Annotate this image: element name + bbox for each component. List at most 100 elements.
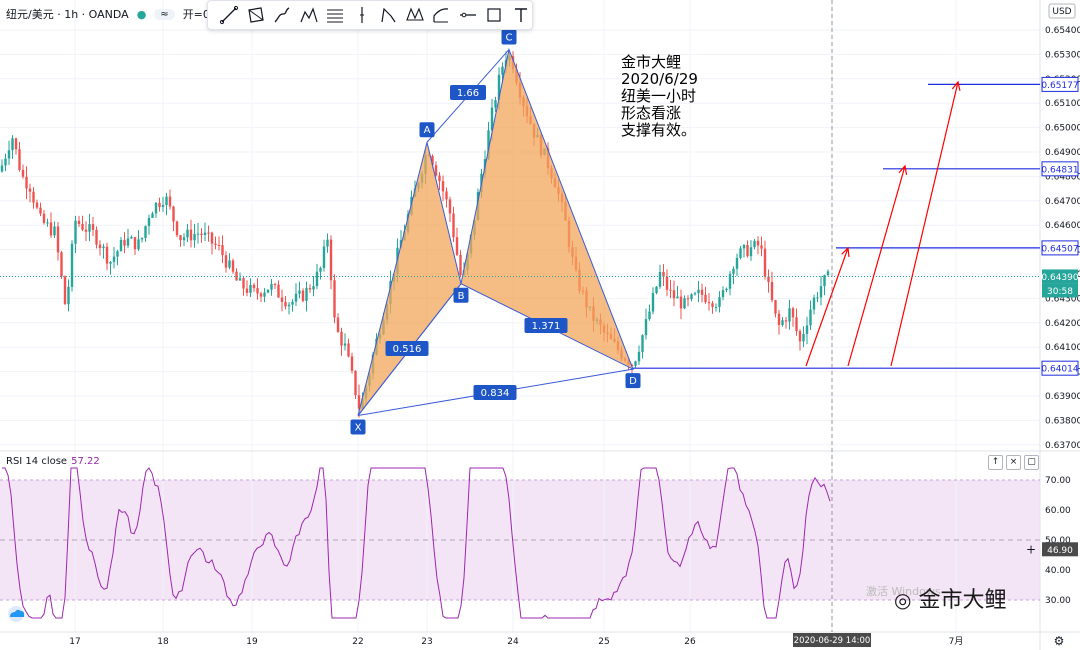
candle-body bbox=[217, 244, 221, 246]
candle-body bbox=[770, 281, 774, 301]
note-line: 形态看涨 bbox=[621, 104, 682, 122]
candle-body bbox=[263, 292, 266, 297]
candle-body bbox=[340, 331, 343, 346]
bar-countdown-tag-text: 30:58 bbox=[1047, 287, 1073, 297]
candle-body bbox=[700, 289, 704, 295]
candle-body bbox=[718, 297, 721, 307]
drawing-toolbar bbox=[207, 0, 533, 30]
fib-icon[interactable] bbox=[324, 4, 346, 26]
candle-body bbox=[119, 239, 123, 252]
candle-body bbox=[434, 165, 438, 176]
candle-body bbox=[18, 149, 21, 170]
candle-body bbox=[168, 196, 172, 207]
candle-body bbox=[350, 356, 354, 371]
candle-body bbox=[11, 138, 14, 151]
candle-body bbox=[756, 240, 760, 246]
level-price-tag: 0.64831 bbox=[1041, 161, 1079, 177]
candle-body bbox=[277, 284, 280, 298]
candle-body bbox=[319, 268, 322, 272]
price-chart[interactable]: X A B C D 1.66 0.516 1.371 0.834 USD 0.65400 0.6530… bbox=[0, 0, 1080, 650]
symbol-label[interactable]: 纽元/美元 · 1h · OANDA bbox=[6, 6, 129, 22]
candle bbox=[354, 370, 357, 400]
ratio-label[interactable]: 0.516 bbox=[385, 341, 429, 356]
horizontal-line-icon[interactable] bbox=[457, 4, 479, 26]
time-tick-label: 22 bbox=[352, 637, 363, 647]
candle-body bbox=[56, 226, 60, 253]
candle-body bbox=[259, 293, 263, 297]
candle-body bbox=[98, 244, 102, 249]
candle-body bbox=[60, 252, 63, 277]
candle-body bbox=[347, 343, 350, 357]
ratio-label-text: 0.834 bbox=[481, 388, 510, 399]
candle-body bbox=[658, 271, 662, 287]
ratio-label[interactable]: 1.66 bbox=[450, 85, 486, 100]
candle-body bbox=[84, 229, 88, 232]
level-price-tag: 0.64014 bbox=[1041, 360, 1079, 376]
ratio-label[interactable]: 1.371 bbox=[524, 318, 568, 333]
candle-body bbox=[25, 176, 28, 189]
candle-body bbox=[298, 290, 301, 294]
ruler-icon[interactable] bbox=[430, 4, 452, 26]
note-line: 2020/6/29 bbox=[621, 70, 698, 88]
pane-move-up-button[interactable]: ↑ bbox=[988, 455, 1003, 470]
price-tick-label: 0.64200 bbox=[1045, 319, 1080, 329]
text-icon[interactable] bbox=[510, 4, 532, 26]
price-tick-label: 0.65100 bbox=[1045, 99, 1080, 109]
candle-body bbox=[49, 222, 53, 236]
candle-body bbox=[343, 343, 347, 346]
pane-close-button[interactable]: × bbox=[1006, 455, 1021, 470]
point-label-a[interactable]: A bbox=[419, 122, 435, 138]
candle bbox=[175, 220, 179, 238]
rectangle-icon[interactable] bbox=[245, 4, 267, 26]
point-label-b[interactable]: B bbox=[453, 287, 469, 303]
cursor-icon[interactable] bbox=[351, 4, 373, 26]
point-label-c[interactable]: C bbox=[501, 29, 517, 45]
point-label-d[interactable]: D bbox=[625, 373, 641, 389]
candle-body bbox=[123, 239, 126, 246]
candle-body bbox=[133, 237, 137, 250]
note-line: 支撑有效。 bbox=[621, 121, 697, 139]
level-tag-text: 0.64507 bbox=[1041, 244, 1078, 254]
candle-body bbox=[70, 243, 74, 287]
candle-body bbox=[676, 296, 679, 299]
candle-body bbox=[228, 260, 231, 268]
point-label-x[interactable]: X bbox=[350, 419, 366, 435]
candle-body bbox=[669, 289, 672, 291]
candle-body bbox=[280, 297, 284, 302]
candle-body bbox=[438, 175, 441, 182]
candle-body bbox=[763, 248, 767, 277]
candle-body bbox=[39, 207, 42, 214]
rsi-tick-label: 60.00 bbox=[1045, 506, 1071, 516]
candle-body bbox=[210, 232, 214, 244]
candle-body bbox=[816, 297, 819, 299]
time-tick-label: 24 bbox=[507, 637, 519, 647]
pattern-icon[interactable] bbox=[298, 4, 320, 26]
candle bbox=[60, 250, 63, 279]
trend-line-icon[interactable] bbox=[218, 4, 240, 26]
note-line: 纽美一小时 bbox=[621, 87, 697, 105]
candle-body bbox=[798, 331, 802, 342]
time-tick-label: 19 bbox=[246, 637, 258, 647]
box-icon[interactable] bbox=[483, 4, 505, 26]
candle-body bbox=[196, 233, 200, 235]
brush-icon[interactable] bbox=[271, 4, 293, 26]
time-tick-label: 17 bbox=[69, 637, 80, 647]
ratio-label[interactable]: 0.834 bbox=[473, 385, 517, 400]
candle-body bbox=[291, 301, 294, 305]
candle-body bbox=[732, 268, 735, 274]
xabcd-icon[interactable] bbox=[404, 4, 426, 26]
candle-body bbox=[308, 288, 312, 290]
candle-body bbox=[245, 288, 249, 293]
gear-icon: ⚙ bbox=[1054, 634, 1065, 648]
wechat-watermark: ◎ 金市大鲤 bbox=[894, 582, 1006, 614]
point-label-d-text: D bbox=[629, 376, 637, 387]
candle-body bbox=[46, 222, 49, 224]
rsi-title[interactable]: RSI 14 close bbox=[6, 456, 67, 467]
candle-body bbox=[637, 351, 641, 362]
candle-body bbox=[77, 220, 81, 224]
candle-body bbox=[690, 294, 693, 300]
level-price-tag: 0.64507 bbox=[1041, 240, 1079, 256]
pane-maximize-button[interactable]: ▢ bbox=[1024, 455, 1039, 470]
compare-toggle[interactable]: ≈ bbox=[154, 8, 175, 20]
abcd-icon[interactable] bbox=[377, 4, 399, 26]
